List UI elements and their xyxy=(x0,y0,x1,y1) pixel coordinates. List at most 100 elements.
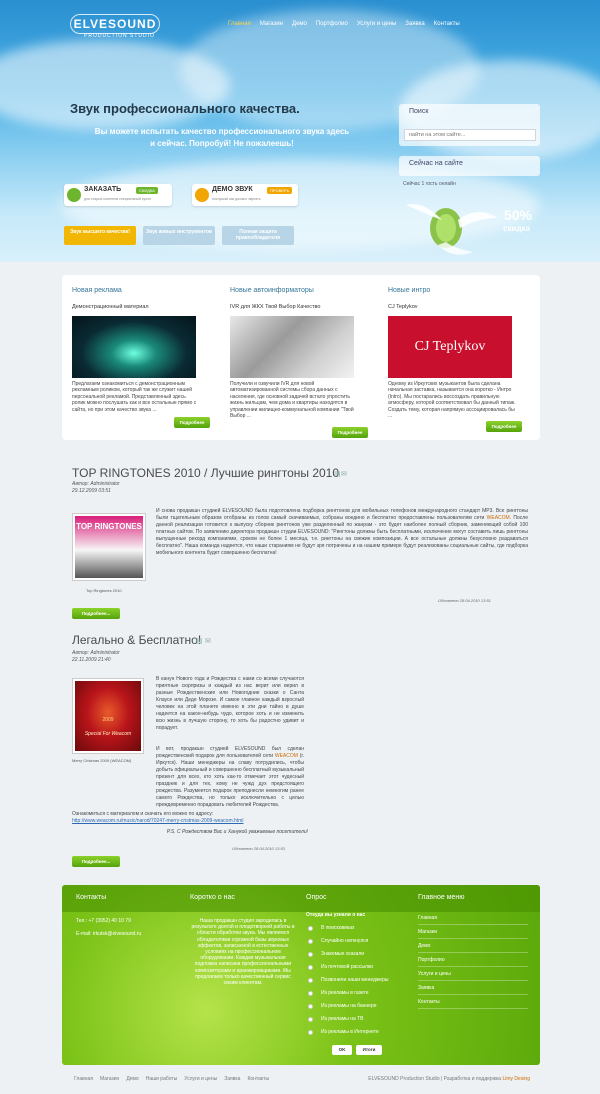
card-heading[interactable]: Новые автоинформаторы xyxy=(230,287,314,294)
bottom-nav: Главная Магазин Демо Наши работы Услуги … xyxy=(74,1076,269,1082)
footer-menu-item[interactable]: Заявка xyxy=(418,983,528,995)
article-modified: Обновлено 28.04.2010 13:53 xyxy=(232,846,285,851)
poll-ok-button[interactable]: OK xyxy=(332,1045,352,1055)
card-more-button[interactable]: Подробнее xyxy=(332,427,368,438)
print-icon[interactable]: ▤ xyxy=(196,637,203,645)
poll-option[interactable]: Из рекламы на баннере xyxy=(308,1003,377,1009)
nav-item-request[interactable]: Заявка xyxy=(405,21,425,27)
tab-quality[interactable]: Звук высшего качества! xyxy=(64,226,136,245)
christmas-image-year: 2009 xyxy=(102,717,114,723)
article-body: И снова продакшн студией ELVESOUND была … xyxy=(156,508,528,556)
footer-email[interactable]: E-mail: irkutsk@elvesound.ru xyxy=(76,931,141,937)
online-title: Сейчас на сайте xyxy=(409,160,463,167)
footer-menu-item[interactable]: Услуги и цены xyxy=(418,969,528,981)
article-title[interactable]: TOP RINGTONES 2010 / Лучшие рингтоны 201… xyxy=(72,466,339,480)
card-caption[interactable]: CJ Teplykov xyxy=(388,304,418,310)
card-heading[interactable]: Новые интро xyxy=(388,287,430,294)
card-caption[interactable]: Демонстрационный материал xyxy=(72,304,149,310)
radio-icon[interactable] xyxy=(308,964,313,970)
card-image[interactable] xyxy=(230,316,354,378)
radio-icon[interactable] xyxy=(308,977,313,983)
nav-item-contacts[interactable]: Контакты xyxy=(434,21,460,27)
order-button[interactable]: ЗАКАЗАТЬ СКИДКА для старых клиентов спец… xyxy=(64,184,172,206)
radio-icon[interactable] xyxy=(308,951,313,957)
poll-option[interactable]: Из рекламы в газете xyxy=(308,990,369,996)
radio-icon[interactable] xyxy=(308,1016,313,1022)
developer-link[interactable]: Limy Desing xyxy=(502,1076,530,1082)
radio-icon[interactable] xyxy=(308,925,313,931)
nav-item-shop[interactable]: Магазин xyxy=(260,21,283,27)
poll-option[interactable]: Из рекламы в Интернете xyxy=(308,1029,379,1035)
radio-icon[interactable] xyxy=(308,938,313,944)
article-image: 2009 Special For Weacom xyxy=(72,678,144,754)
poll-option[interactable]: Случайно наткнулся xyxy=(308,938,368,944)
bottom-nav-item[interactable]: Демо xyxy=(126,1076,138,1082)
download-link[interactable]: http://www.weacom.ru/music/narod/70247-m… xyxy=(72,818,243,824)
poll-option[interactable]: Из почтовой рассылки xyxy=(308,964,373,970)
bottom-nav-item[interactable]: Главная xyxy=(74,1076,93,1082)
card-caption[interactable]: IVR для ЖКХ Твой Выбор Качество xyxy=(230,304,320,310)
print-icon[interactable]: ▤ xyxy=(334,470,341,478)
bottom-nav-item[interactable]: Заявка xyxy=(224,1076,240,1082)
tab-live-instruments[interactable]: Звук живых инструментов xyxy=(143,226,215,245)
article-body-p2: И вот, продакшн студией ELVESOUND был сд… xyxy=(156,746,304,808)
article-title[interactable]: Легально & Бесплатно! xyxy=(72,633,201,647)
card-image[interactable]: CJ Teplykov xyxy=(388,316,512,378)
arrow-right-icon xyxy=(67,188,81,202)
nav-item-home[interactable]: Главная xyxy=(228,21,251,27)
discount-promo[interactable]: 50% скидка xyxy=(398,190,540,260)
radio-icon[interactable] xyxy=(308,1029,313,1035)
bottom-nav-item[interactable]: Наши работы xyxy=(146,1076,178,1082)
article-ps: P.S. С Рождеством Вас и Ханукой уважаемы… xyxy=(166,829,308,835)
card-more-button[interactable]: Подробнее xyxy=(486,421,522,432)
footer-menu-item[interactable]: Контакты xyxy=(418,997,528,1009)
article-more-button[interactable]: Подробнее... xyxy=(72,856,120,867)
weacom-link[interactable]: WEACOM xyxy=(487,515,510,521)
bottom-nav-item[interactable]: Магазин xyxy=(100,1076,119,1082)
weacom-link[interactable]: WEACOM xyxy=(275,753,298,759)
card-image[interactable] xyxy=(72,316,196,378)
article-more-button[interactable]: Подробнее... xyxy=(72,608,120,619)
bottom-nav-item[interactable]: Услуги и цены xyxy=(184,1076,217,1082)
article-image-caption: Top Ringtones 2010 xyxy=(86,588,122,593)
logo[interactable]: ELVESOUND xyxy=(70,14,160,34)
article-image-text: TOP RINGTONES xyxy=(75,516,143,578)
radio-icon[interactable] xyxy=(308,990,313,996)
article-body-p1: В канун Нового года и Рождества с нами с… xyxy=(156,676,304,731)
article-meta: Автор: Administrator 22.11.2009 21:40 xyxy=(72,650,120,664)
tab-copyright[interactable]: Полная защита правообладателя xyxy=(222,226,294,245)
email-icon[interactable]: ✉ xyxy=(205,637,211,645)
footer-menu-item[interactable]: Главная xyxy=(418,913,528,925)
poll-results-button[interactable]: Итоги xyxy=(356,1045,382,1055)
card-more-button[interactable]: Подробнее xyxy=(174,417,210,428)
footer-phone: Тел.: +7 (3952) 40 10 79 xyxy=(76,918,131,924)
copyright: ELVESOUND Production Studio | Разработка… xyxy=(368,1076,530,1082)
demo-sound-button[interactable]: ДЕМО ЗВУК ПРОВЕРЬ послушай как должно зв… xyxy=(192,184,298,206)
article-image: TOP RINGTONES xyxy=(72,513,146,581)
bottom-bar: Главная Магазин Демо Наши работы Услуги … xyxy=(62,1074,540,1086)
hero-title: Звук профессионального качества. xyxy=(70,101,300,116)
nav-item-services[interactable]: Услуги и цены xyxy=(357,21,396,27)
article-meta: Автор: Administrator 29.12.2009 03:51 xyxy=(72,481,120,495)
footer-menu-item[interactable]: Демо xyxy=(418,941,528,953)
hero-subtitle: Вы можете испытать качество профессионал… xyxy=(94,127,350,148)
footer-menu-item[interactable]: Магазин xyxy=(418,927,528,939)
article-modified: Обновлено 28.04.2010 13:51 xyxy=(438,598,491,603)
poll-option[interactable]: Из рекламы на ТВ xyxy=(308,1016,364,1022)
nav-item-demo[interactable]: Демо xyxy=(292,21,307,27)
bottom-nav-item[interactable]: Контакты xyxy=(247,1076,269,1082)
order-button-label: ЗАКАЗАТЬ xyxy=(84,186,122,193)
article-author: Автор: Administrator xyxy=(72,481,120,487)
nav-item-portfolio[interactable]: Портфолио xyxy=(316,21,348,27)
card-text: Предлагаем ознакомиться с демонстрационн… xyxy=(72,381,197,413)
footer-menu-item[interactable]: Портфолио xyxy=(418,955,528,967)
email-icon[interactable]: ✉ xyxy=(341,470,347,478)
card-heading[interactable]: Новая реклама xyxy=(72,287,122,294)
top-navigation: Главная Магазин Демо Портфолио Услуги и … xyxy=(228,21,460,27)
footer-contacts-title: Контакты xyxy=(76,894,107,901)
poll-option[interactable]: Позвонили наши менеджеры xyxy=(308,977,388,983)
poll-option[interactable]: В поисковиках xyxy=(308,925,355,931)
search-input[interactable] xyxy=(404,129,536,141)
radio-icon[interactable] xyxy=(308,1003,313,1009)
poll-option[interactable]: Знакомые сказали xyxy=(308,951,364,957)
